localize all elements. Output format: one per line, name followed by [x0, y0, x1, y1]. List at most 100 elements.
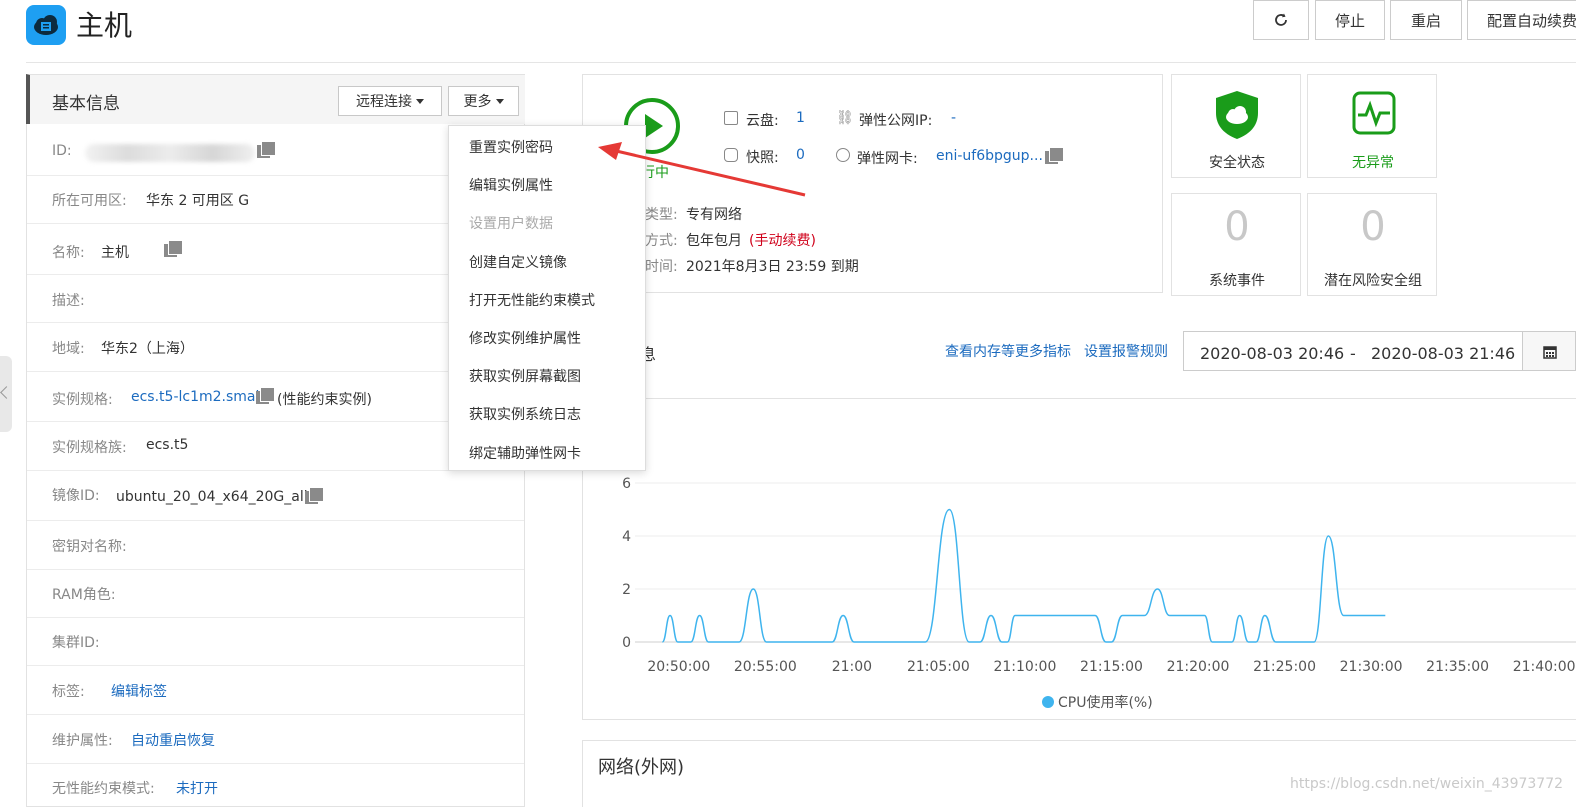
cloud-logo-icon	[26, 5, 66, 45]
alarm-rules-link[interactable]: 设置报警规则	[1084, 341, 1168, 361]
date-end: 2020-08-03 21:46	[1371, 344, 1516, 363]
x-tick-label: 21:35:00	[1426, 659, 1489, 675]
redacted-id-value	[85, 144, 255, 162]
health-status-tile[interactable]: 无异常	[1307, 74, 1437, 178]
watermark-text: https://blog.csdn.net/weixin_43973772	[1290, 776, 1564, 792]
copy-icon[interactable]	[1045, 147, 1064, 164]
disk-icon	[724, 111, 738, 125]
more-button[interactable]: 更多	[448, 86, 519, 116]
remote-connect-button[interactable]: 远程连接	[338, 86, 442, 116]
more-label: 更多	[463, 94, 492, 110]
date-range-picker[interactable]: 2020-08-03 20:46 - 2020-08-03 21:46	[1183, 331, 1523, 371]
chevron-down-icon	[416, 98, 424, 104]
x-tick-label: 21:25:00	[1253, 659, 1316, 675]
system-events-tile[interactable]: 0 系统事件	[1171, 193, 1301, 296]
date-start: 2020-08-03 20:46	[1200, 344, 1345, 363]
system-events-count: 0	[1224, 204, 1250, 250]
image-value: ubuntu_20_04_x64_20G_ali...	[116, 489, 321, 505]
menu-item[interactable]: 获取实例屏幕截图	[469, 366, 581, 386]
family-label: 实例规格族:	[52, 440, 127, 456]
calendar-button[interactable]	[1522, 331, 1576, 371]
calendar-icon	[1543, 346, 1557, 359]
net-type-value: 专有网络	[686, 207, 742, 223]
more-metrics-link[interactable]: 查看内存等更多指标	[945, 341, 1071, 361]
restart-button[interactable]: 重启	[1390, 0, 1462, 40]
expire-label: 时间:	[645, 259, 678, 275]
unlimited-label: 无性能约束模式:	[52, 781, 155, 797]
header-divider	[26, 62, 1576, 63]
play-icon	[645, 114, 663, 138]
remote-connect-label: 远程连接	[356, 94, 412, 110]
security-status-tile[interactable]: 安全状态	[1171, 74, 1301, 178]
y-tick-label: 2	[622, 582, 631, 598]
eni-value-link[interactable]: eni-uf6bpgup...	[936, 148, 1043, 164]
name-value: 主机	[101, 245, 129, 261]
heartbeat-monitor-icon	[1352, 91, 1396, 135]
menu-item[interactable]: 打开无性能约束模式	[469, 290, 595, 310]
auto-renew-button[interactable]: 配置自动续费	[1467, 0, 1576, 40]
menu-item[interactable]: 获取实例系统日志	[469, 404, 581, 424]
maint-value-link[interactable]: 自动重启恢复	[131, 730, 215, 750]
cpu-usage-chart: 0 2 4 6 20:50:00 20:55:00 21:00 21:05:00 21:10:0…	[622, 476, 1576, 711]
x-tick-label: 21:15:00	[1080, 659, 1143, 675]
edit-name-icon[interactable]	[164, 240, 183, 257]
family-value: ecs.t5	[146, 437, 189, 453]
spec-label: 实例规格:	[52, 392, 113, 408]
name-label: 名称:	[52, 245, 85, 261]
menu-item[interactable]: 绑定辅助弹性网卡	[469, 443, 581, 463]
menu-item[interactable]: 重置实例密码	[469, 137, 553, 157]
eip-label: 弹性公网IP:	[859, 113, 933, 129]
x-tick-label: 20:50:00	[647, 659, 710, 675]
id-label: ID:	[52, 143, 72, 159]
cluster-label: 集群ID:	[52, 635, 100, 651]
collapse-sidebar-handle[interactable]	[0, 356, 12, 432]
system-events-label: 系统事件	[1209, 273, 1265, 289]
unlimited-value-link[interactable]: 未打开	[176, 778, 218, 798]
region-value: 华东2（上海）	[101, 341, 194, 357]
basic-info-title: 基本信息	[52, 94, 120, 114]
legend-label[interactable]: CPU使用率(%)	[1058, 694, 1153, 711]
expire-value: 2021年8月3日 23:59 到期	[686, 259, 859, 275]
copy-icon[interactable]	[256, 387, 275, 404]
pay-value: 包年包月	[686, 233, 742, 249]
annotation-arrow	[598, 142, 806, 197]
y-tick-label: 0	[622, 635, 631, 651]
stop-button[interactable]: 停止	[1315, 0, 1385, 40]
y-tick-label: 6	[622, 476, 631, 492]
risk-groups-tile[interactable]: 0 潜在风险安全组	[1307, 193, 1437, 296]
row-divider	[27, 714, 524, 715]
menu-item[interactable]: 编辑实例属性	[469, 175, 553, 195]
row-divider	[27, 569, 524, 570]
menu-item[interactable]: 创建自定义镜像	[469, 252, 567, 272]
page-title: 主机	[76, 9, 133, 42]
security-status-label: 安全状态	[1209, 155, 1265, 171]
region-label: 地域:	[52, 341, 85, 357]
pay-label: 方式:	[645, 233, 678, 249]
refresh-button[interactable]	[1253, 0, 1309, 40]
menu-item[interactable]: 修改实例维护属性	[469, 328, 581, 348]
spec-value-link[interactable]: ecs.t5-lc1m2.small	[131, 389, 263, 405]
menu-item: 设置用户数据	[469, 216, 553, 233]
copy-icon[interactable]	[305, 487, 324, 504]
risk-groups-label: 潜在风险安全组	[1324, 273, 1422, 289]
cpu-chart-card: 0 2 4 6 20:50:00 20:55:00 21:00 21:05:00 21:10:0…	[582, 398, 1576, 720]
eip-value[interactable]: -	[951, 110, 956, 126]
copy-icon[interactable]	[257, 141, 276, 158]
shield-icon	[1216, 91, 1258, 139]
x-tick-label: 21:30:00	[1340, 659, 1403, 675]
health-status-label: 无异常	[1352, 155, 1394, 171]
desc-label: 描述:	[52, 293, 85, 309]
network-card: 网络(外网)	[582, 740, 1576, 807]
keypair-label: 密钥对名称:	[52, 539, 127, 555]
spec-note: (性能约束实例)	[277, 392, 372, 408]
image-label: 镜像ID:	[52, 488, 100, 504]
net-type-label: 类型:	[645, 207, 678, 223]
disk-count-link[interactable]: 1	[796, 110, 805, 126]
row-divider	[27, 763, 524, 764]
edit-tags-link[interactable]: 编辑标签	[111, 681, 167, 701]
x-tick-label: 20:55:00	[734, 659, 797, 675]
x-tick-label: 21:20:00	[1167, 659, 1230, 675]
y-tick-label: 4	[622, 529, 631, 545]
maint-label: 维护属性:	[52, 733, 113, 749]
zone-value: 华东 2 可用区 G	[146, 193, 250, 209]
